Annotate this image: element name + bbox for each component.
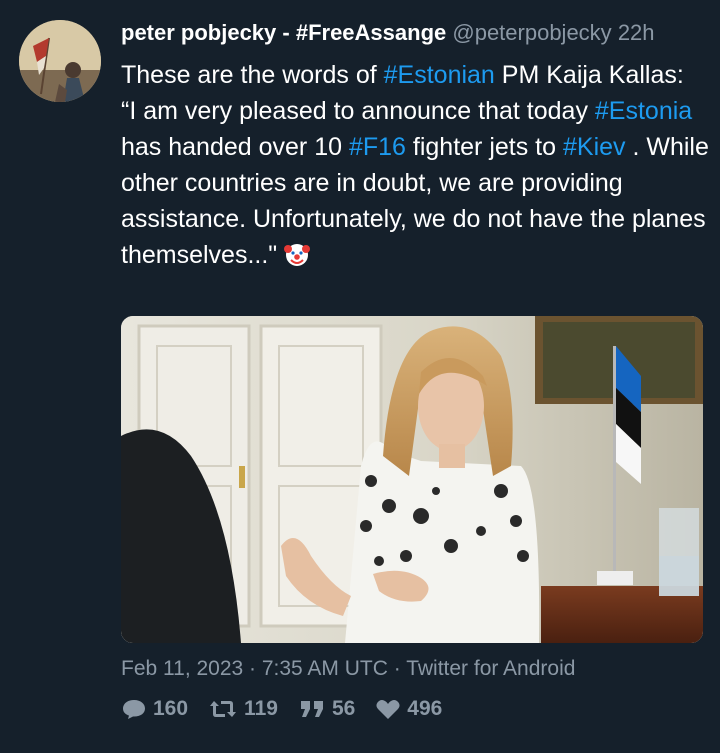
hashtag-estonian[interactable]: #Estonian bbox=[384, 61, 495, 89]
tweet-header: peter pobjecky - #FreeAssange @peterpobj… bbox=[121, 18, 710, 48]
clown-face-icon bbox=[283, 240, 311, 278]
author-handle[interactable]: @peterpobjecky bbox=[452, 20, 611, 45]
hashtag-f16[interactable]: #F16 bbox=[349, 133, 406, 161]
tweet-photo[interactable] bbox=[121, 316, 703, 643]
retweet-count: 119 bbox=[244, 697, 278, 720]
tweet-age[interactable]: 22h bbox=[618, 20, 655, 45]
retweet-button[interactable]: 119 bbox=[208, 697, 278, 721]
tweet-stats: 160 119 56 496 bbox=[121, 697, 442, 721]
tweet-text: These are the words of #Estonian PM Kaij… bbox=[121, 57, 711, 278]
reply-button[interactable]: 160 bbox=[121, 697, 188, 721]
author-name[interactable]: peter pobjecky - #FreeAssange bbox=[121, 20, 446, 45]
hashtag-kiev[interactable]: #Kiev bbox=[563, 133, 626, 161]
quote-button[interactable]: 56 bbox=[298, 697, 355, 721]
avatar[interactable] bbox=[19, 20, 101, 102]
reply-count: 160 bbox=[153, 697, 189, 720]
hashtag-estonia[interactable]: #Estonia bbox=[595, 97, 692, 125]
quote-count: 56 bbox=[331, 697, 356, 720]
tweet-timestamp[interactable]: Feb 11, 2023 · 7:35 AM UTC · Twitter for… bbox=[121, 654, 575, 684]
like-button[interactable]: 496 bbox=[375, 697, 442, 721]
reply-icon bbox=[121, 697, 147, 721]
like-count: 496 bbox=[407, 697, 443, 720]
retweet-icon bbox=[208, 698, 238, 720]
quote-icon bbox=[298, 698, 326, 720]
heart-icon bbox=[375, 698, 401, 720]
